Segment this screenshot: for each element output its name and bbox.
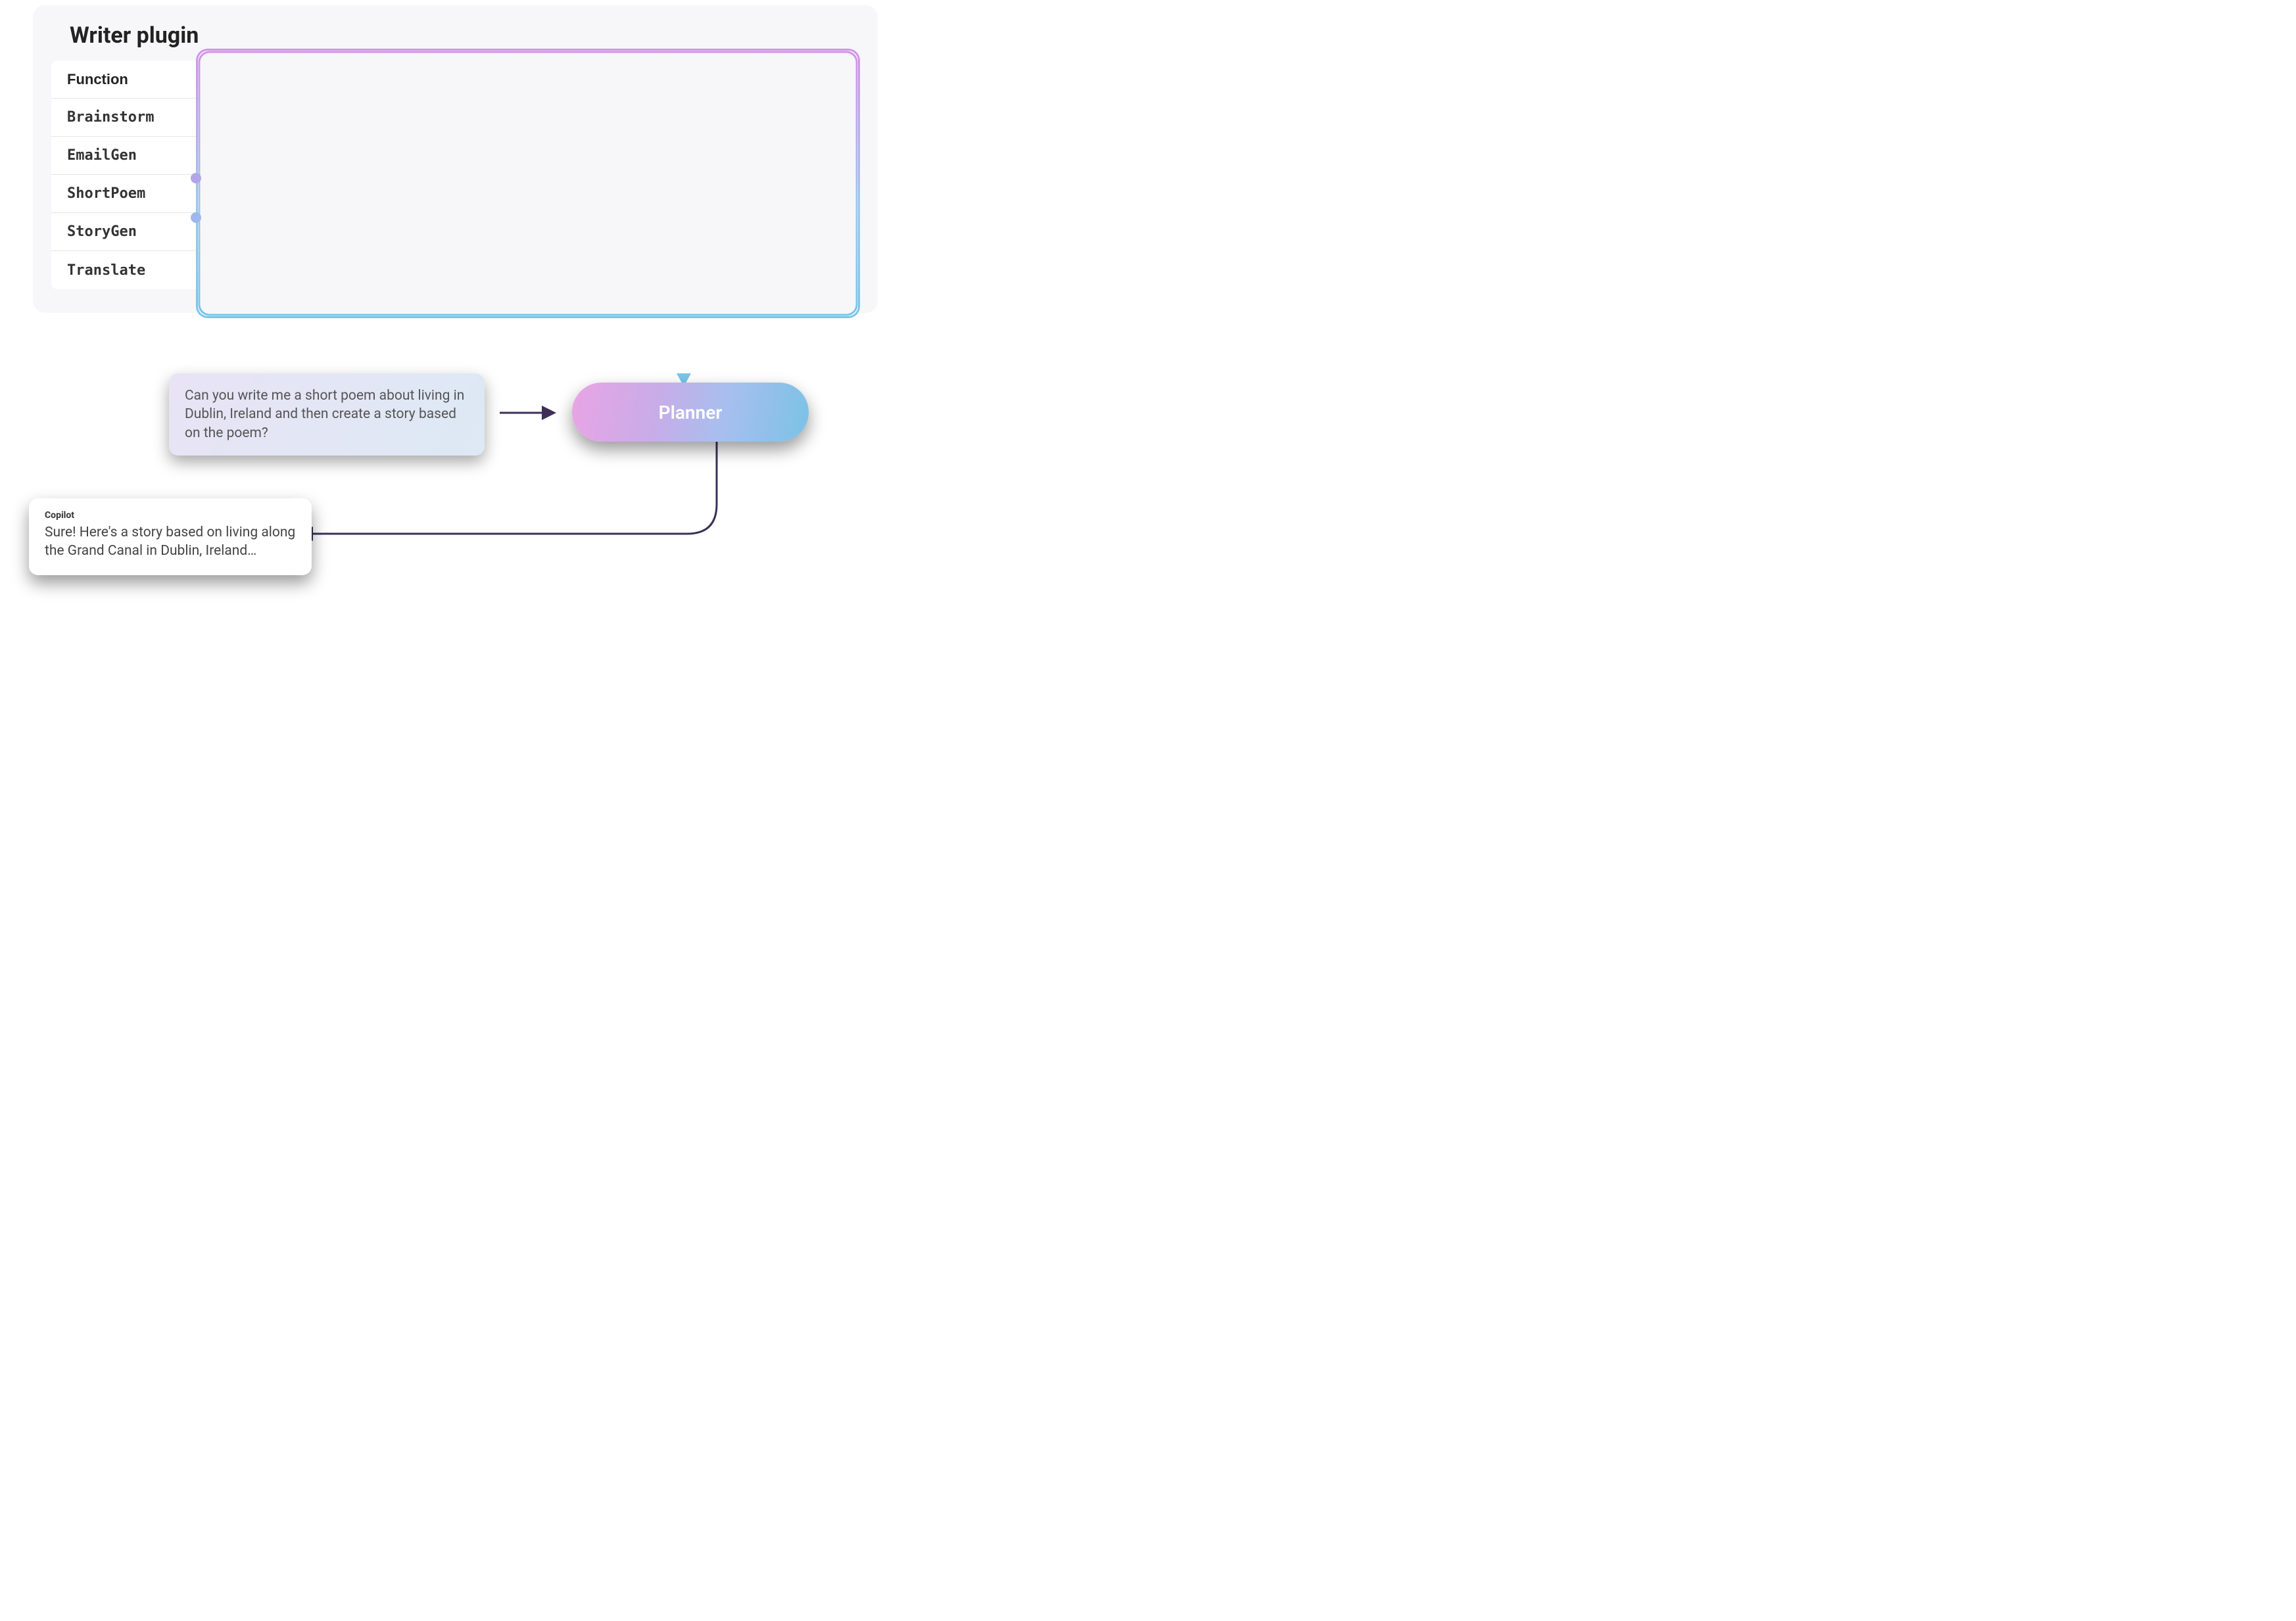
table-row: StoryGen Generate a list of synopsis for… — [51, 213, 859, 251]
table-header-row: Function Description for model — [51, 60, 859, 99]
diagram-canvas: Writer plugin Function Description for m… — [0, 0, 907, 641]
fn-name: Brainstorm — [51, 100, 206, 135]
copilot-response-bubble: Copilot Sure! Here's a story based on li… — [29, 498, 312, 575]
connector-dot-icon — [191, 173, 201, 183]
fn-name: Translate — [51, 253, 206, 288]
header-description: Description for model — [206, 62, 859, 97]
user-prompt-text: Can you write me a short poem about livi… — [185, 388, 464, 441]
writer-plugin-card: Writer plugin Function Description for m… — [33, 5, 878, 313]
fn-desc: Write an email from the given bullet poi… — [206, 138, 859, 173]
table-row: ShortPoem Turn a scenario into a short a… — [51, 175, 859, 213]
arrow-down-icon — [671, 318, 697, 390]
arrow-right-icon — [500, 400, 559, 426]
table-row: Brainstorm Given a goal or topic descrip… — [51, 99, 859, 137]
planner-label: Planner — [659, 402, 723, 423]
fn-desc: Turn a scenario into a short and enterta… — [206, 176, 859, 211]
user-prompt-bubble: Can you write me a short poem about livi… — [169, 373, 485, 456]
fn-desc: Translate the input into a language of y… — [206, 253, 859, 288]
fn-desc: Generate a list of synopsis for a novel … — [206, 214, 859, 249]
plugin-table: Function Description for model Brainstor… — [51, 60, 859, 289]
plugin-title: Writer plugin — [70, 22, 859, 49]
planner-node: Planner — [572, 383, 809, 442]
connector-dot-icon — [191, 212, 201, 223]
fn-name: StoryGen — [51, 214, 206, 249]
copilot-label: Copilot — [45, 510, 296, 521]
arrow-curve-icon — [296, 442, 756, 573]
fn-name: EmailGen — [51, 138, 206, 173]
table-row: EmailGen Write an email from the given b… — [51, 137, 859, 175]
table-row: Translate Translate the input into a lan… — [51, 251, 859, 289]
header-function: Function — [51, 62, 206, 97]
copilot-response-text: Sure! Here's a story based on living alo… — [45, 523, 296, 561]
fn-name: ShortPoem — [51, 176, 206, 211]
fn-desc: Given a goal or topic description genera… — [206, 100, 859, 135]
